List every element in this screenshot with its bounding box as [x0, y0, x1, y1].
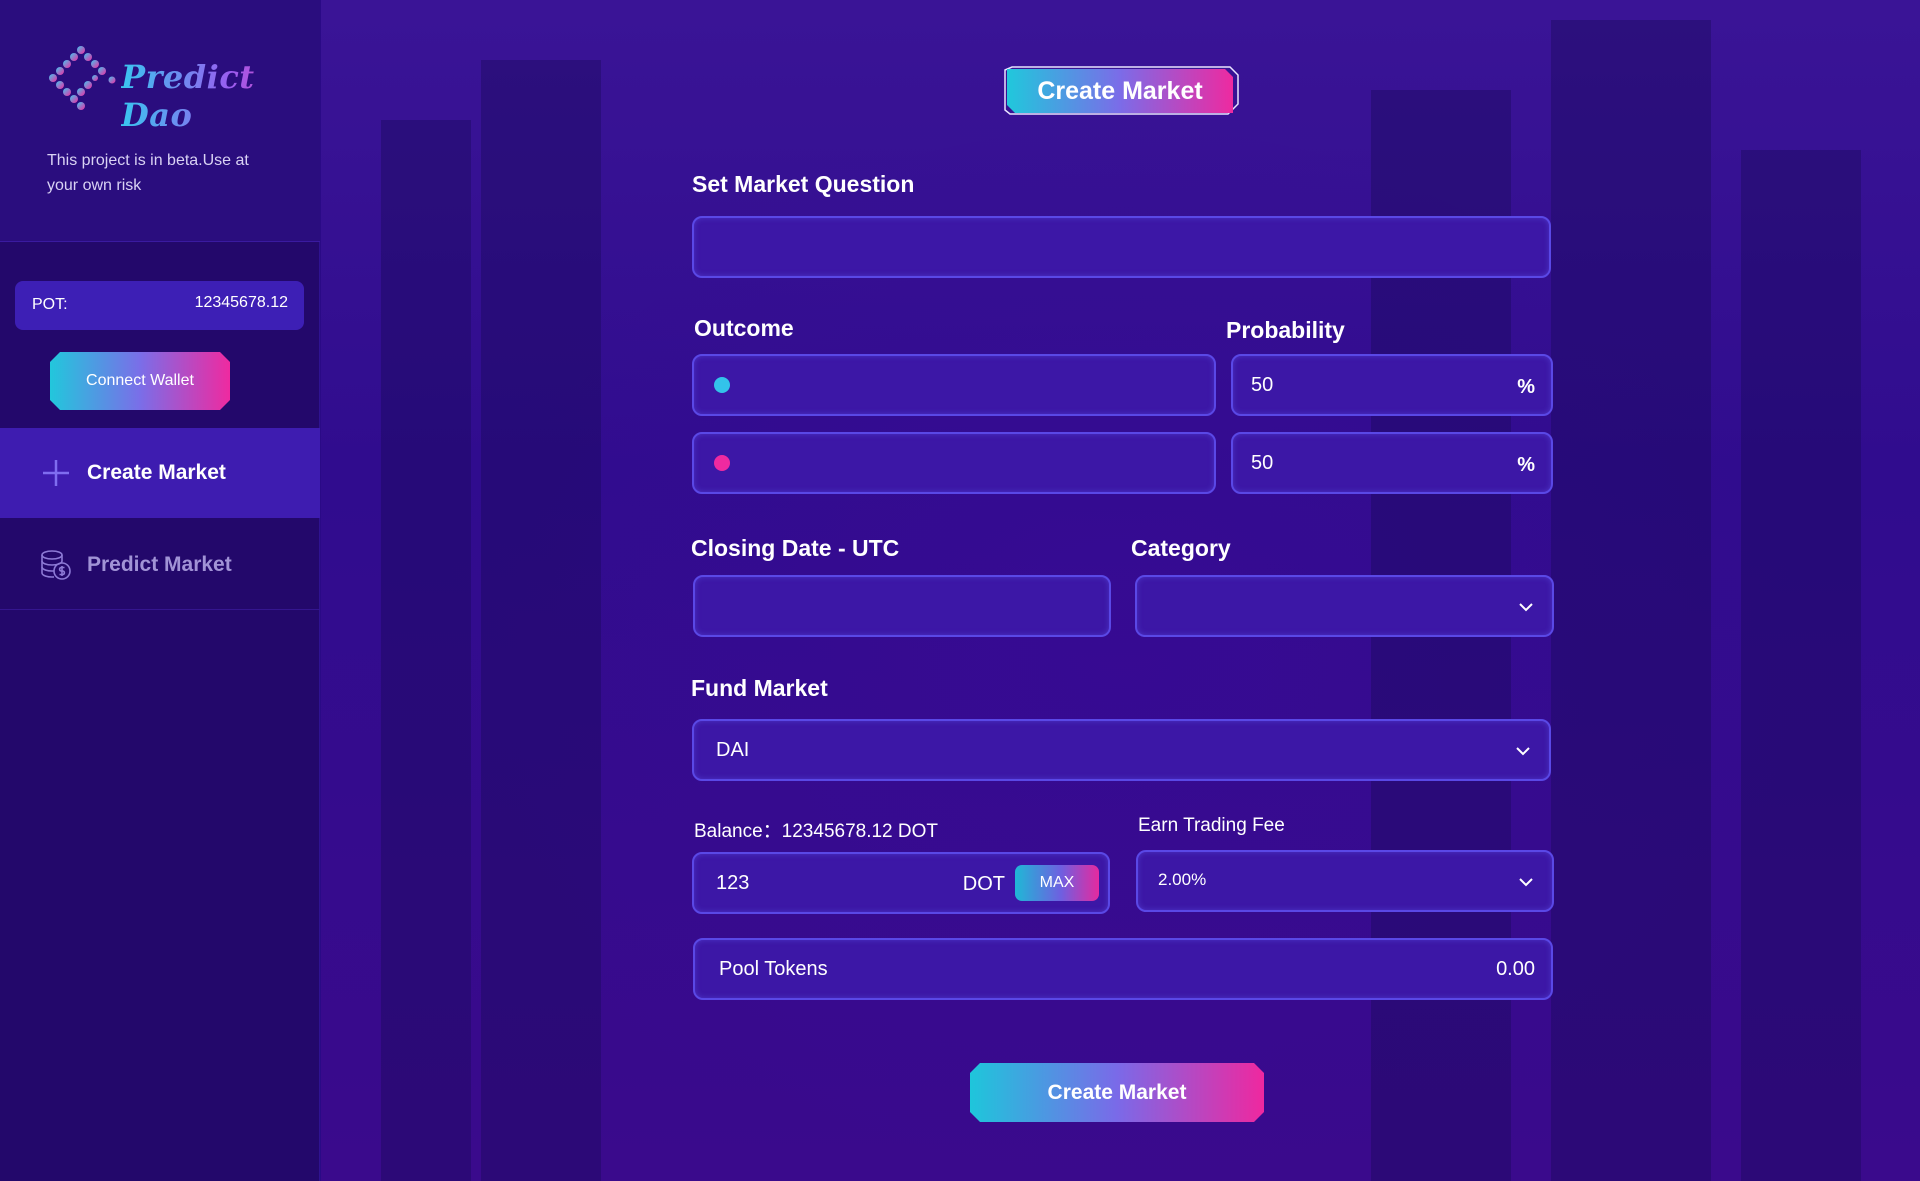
plus-icon: [43, 460, 69, 486]
closing-date-input[interactable]: [693, 575, 1111, 637]
sidebar: Predict Dao This project is in beta.Use …: [0, 0, 320, 1181]
pool-tokens-row: Pool Tokens 0.00: [693, 938, 1553, 1000]
balance-line: Balance：12345678.12 DOT: [694, 816, 938, 843]
amount-value: 123: [716, 872, 750, 894]
fund-market-value: DAI: [716, 739, 750, 761]
fund-market-label: Fund Market: [691, 675, 828, 701]
nav-item-create-market[interactable]: Create Market: [0, 428, 320, 518]
page-title: Create Market: [1037, 76, 1203, 105]
pot-box: POT: 12345678.12: [15, 281, 304, 330]
pool-tokens-label: Pool Tokens: [719, 958, 828, 980]
pool-tokens-value: 0.00: [1496, 958, 1535, 980]
percent-unit: %: [1517, 376, 1535, 398]
pot-value: 12345678.12: [194, 294, 288, 311]
category-select[interactable]: [1135, 575, 1554, 637]
market-question-label: Set Market Question: [692, 171, 915, 197]
beta-note: This project is in beta.Use at your own …: [47, 152, 249, 194]
chevron-down-icon: [1519, 603, 1533, 612]
nav-item-predict-market[interactable]: Predict Market: [0, 520, 320, 610]
outcome-input-1[interactable]: [692, 354, 1216, 416]
probability-value: 50: [1251, 452, 1274, 474]
nav-item-label: Create Market: [87, 461, 226, 484]
background-building: [381, 120, 471, 1181]
amount-unit: DOT: [962, 873, 1005, 895]
background-building: [1741, 150, 1861, 1181]
balance-value: 12345678.12 DOT: [781, 821, 939, 842]
outcome-color-dot-icon: [714, 377, 730, 393]
outcome-input-2[interactable]: [692, 432, 1216, 494]
pot-label: POT:: [32, 296, 68, 313]
outcome-color-dot-icon: [714, 455, 730, 471]
trading-fee-value: 2.00%: [1158, 870, 1207, 889]
market-question-input[interactable]: [692, 216, 1551, 278]
connect-wallet-button[interactable]: Connect Wallet: [50, 352, 230, 410]
brand-name: Predict Dao: [121, 58, 320, 134]
chevron-down-icon: [1516, 747, 1530, 756]
outcome-label: Outcome: [694, 315, 794, 341]
probability-input-1[interactable]: 50 %: [1231, 354, 1553, 416]
page-title-badge: Create Market: [1004, 66, 1240, 116]
percent-unit: %: [1517, 454, 1535, 476]
probability-label: Probability: [1226, 317, 1345, 343]
chevron-down-icon: [1519, 878, 1533, 887]
probability-input-2[interactable]: 50 %: [1231, 432, 1553, 494]
closing-date-label: Closing Date - UTC: [691, 535, 900, 561]
nav-item-label: Predict Market: [87, 552, 232, 576]
brand-block: Predict Dao This project is in beta.Use …: [0, 0, 320, 242]
trading-fee-select[interactable]: 2.00%: [1136, 850, 1554, 912]
main-panel: Create Market Set Market Question Outcom…: [321, 0, 1920, 1181]
balance-label: Balance：: [694, 821, 782, 842]
probability-value: 50: [1251, 374, 1274, 396]
create-market-button[interactable]: Create Market: [970, 1063, 1264, 1122]
max-button[interactable]: MAX: [1015, 865, 1099, 901]
amount-input[interactable]: 123 DOT MAX: [692, 852, 1110, 914]
coins-icon: [41, 549, 71, 580]
fund-market-select[interactable]: DAI: [692, 719, 1551, 781]
trading-fee-label: Earn Trading Fee: [1138, 815, 1285, 836]
background-building: [1551, 20, 1711, 1181]
category-label: Category: [1131, 535, 1231, 561]
background-building: [481, 60, 601, 1181]
